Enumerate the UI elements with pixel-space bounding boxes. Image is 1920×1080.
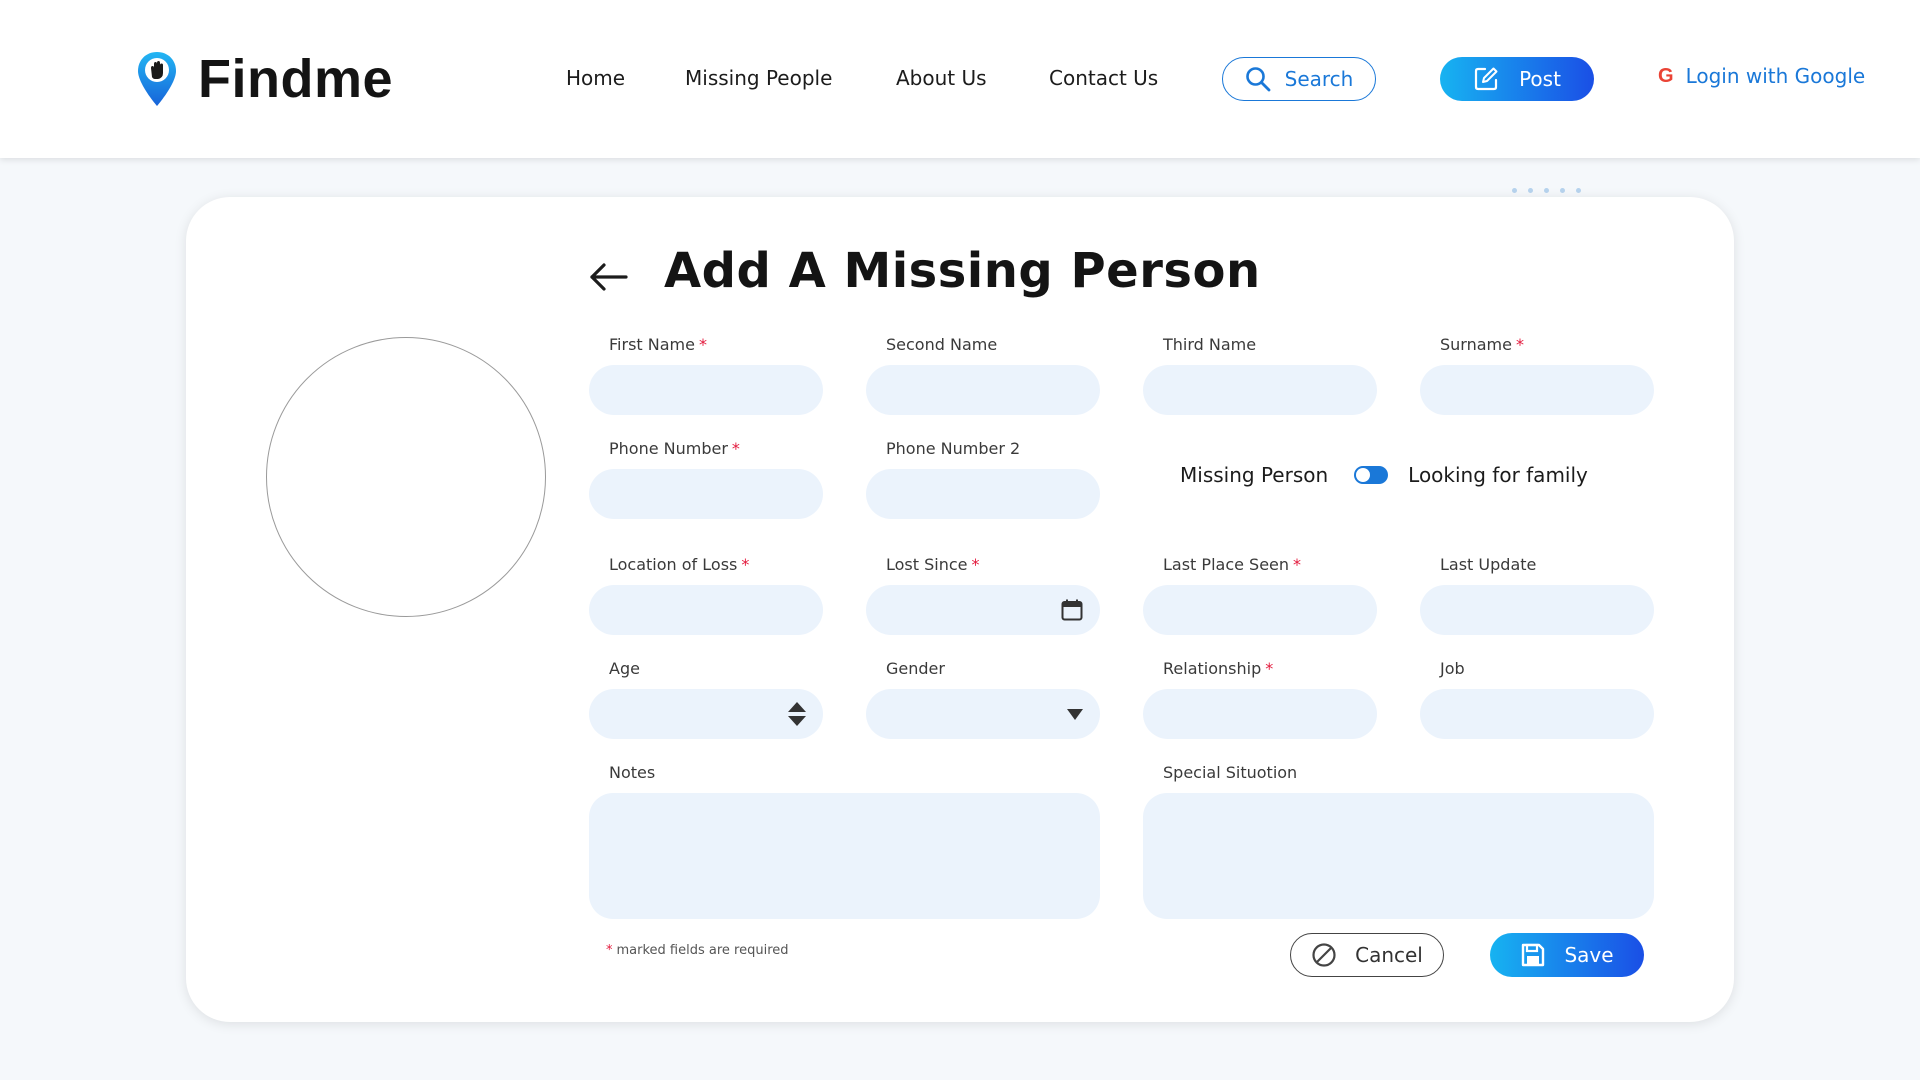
brand-logo[interactable]: Findme	[136, 48, 393, 110]
dropdown-arrow-icon[interactable]	[1066, 707, 1084, 721]
required-marker: *	[1293, 555, 1302, 574]
save-label: Save	[1564, 943, 1614, 967]
phone-number-input[interactable]	[589, 469, 823, 519]
age-label: Age	[609, 659, 640, 678]
last-update-field: Last Update	[1420, 555, 1654, 635]
first-name-input[interactable]	[589, 365, 823, 415]
last-update-label: Last Update	[1440, 555, 1537, 574]
back-arrow-icon[interactable]	[586, 257, 630, 297]
gender-select[interactable]	[866, 689, 1100, 739]
nav-about-us[interactable]: About Us	[896, 66, 987, 90]
special-situation-textarea[interactable]	[1143, 793, 1654, 919]
required-marker: *	[698, 335, 707, 354]
notes-field: Notes	[589, 763, 1100, 919]
login-label: Login with Google	[1685, 64, 1866, 88]
top-header: Findme Home Missing People About Us Cont…	[0, 0, 1920, 158]
save-button[interactable]: Save	[1490, 933, 1644, 977]
required-marker: *	[606, 943, 613, 958]
gender-label: Gender	[886, 659, 945, 678]
photo-upload-circle[interactable]	[266, 337, 546, 617]
required-marker: *	[1515, 335, 1524, 354]
job-field: Job	[1420, 659, 1654, 739]
required-marker: *	[1265, 659, 1274, 678]
login-with-google-button[interactable]: G Login with Google	[1658, 64, 1865, 88]
toggle-label-looking-for-family[interactable]: Looking for family	[1408, 463, 1588, 487]
brand-name: Findme	[198, 49, 394, 109]
cancel-button[interactable]: Cancel	[1290, 933, 1444, 977]
location-pin-hand-icon	[138, 52, 176, 106]
cancel-circle-icon	[1312, 943, 1336, 967]
job-label: Job	[1440, 659, 1465, 678]
phone-number-2-field: Phone Number 2	[866, 439, 1100, 519]
required-marker: *	[741, 555, 750, 574]
nav-contact-us[interactable]: Contact Us	[1049, 66, 1158, 90]
floppy-disk-icon	[1522, 943, 1545, 967]
second-name-label: Second Name	[886, 335, 998, 354]
add-missing-person-card: Add A Missing Person First Name * Second …	[186, 197, 1734, 1022]
relationship-label: Relationship	[1163, 659, 1262, 678]
last-place-seen-label: Last Place Seen	[1163, 555, 1290, 574]
phone-number-2-label: Phone Number 2	[886, 439, 1021, 458]
third-name-field: Third Name	[1143, 335, 1377, 415]
search-button[interactable]: Search	[1222, 57, 1376, 101]
surname-input[interactable]	[1420, 365, 1654, 415]
search-label: Search	[1284, 67, 1354, 91]
required-marker: *	[731, 439, 740, 458]
search-type-toggle-row: Missing Person Looking for family	[1180, 463, 1588, 487]
special-situation-field: Special Situotion	[1143, 763, 1654, 919]
required-fields-note: * marked fields are required	[606, 943, 789, 958]
last-update-input[interactable]	[1420, 585, 1654, 635]
notes-label: Notes	[609, 763, 656, 782]
age-input[interactable]	[589, 689, 823, 739]
phone-number-label: Phone Number	[609, 439, 728, 458]
edit-square-icon	[1474, 67, 1498, 91]
job-input[interactable]	[1420, 689, 1654, 739]
last-place-seen-input[interactable]	[1143, 585, 1377, 635]
first-name-label: First Name	[609, 335, 695, 354]
required-note-text: marked fields are required	[616, 943, 789, 958]
lost-since-label: Lost Since	[886, 555, 968, 574]
second-name-input[interactable]	[866, 365, 1100, 415]
page-title: Add A Missing Person	[664, 243, 1261, 299]
age-field: Age	[589, 659, 823, 739]
search-type-toggle[interactable]	[1354, 466, 1389, 484]
second-name-field: Second Name	[866, 335, 1100, 415]
phone-number-2-input[interactable]	[866, 469, 1100, 519]
decorative-dots	[1512, 188, 1581, 193]
nav-home[interactable]: Home	[566, 66, 625, 90]
google-icon: G	[1658, 64, 1674, 87]
surname-field: Surname *	[1420, 335, 1654, 415]
lost-since-field: Lost Since *	[866, 555, 1100, 635]
toggle-knob	[1356, 468, 1371, 482]
phone-number-field: Phone Number *	[589, 439, 823, 519]
gender-field: Gender	[866, 659, 1100, 739]
post-label: Post	[1519, 67, 1561, 91]
stepper-icon[interactable]	[787, 701, 807, 727]
search-icon	[1245, 67, 1271, 92]
location-of-loss-label: Location of Loss	[609, 555, 738, 574]
third-name-input[interactable]	[1143, 365, 1377, 415]
surname-label: Surname	[1440, 335, 1512, 354]
notes-textarea[interactable]	[589, 793, 1100, 919]
calendar-icon[interactable]	[1060, 598, 1084, 622]
first-name-field: First Name *	[589, 335, 823, 415]
nav-missing-people[interactable]: Missing People	[685, 66, 832, 90]
special-situation-label: Special Situotion	[1163, 763, 1298, 782]
lost-since-input[interactable]	[866, 585, 1100, 635]
relationship-field: Relationship *	[1143, 659, 1377, 739]
toggle-label-missing-person[interactable]: Missing Person	[1180, 463, 1328, 487]
relationship-input[interactable]	[1143, 689, 1377, 739]
required-marker: *	[971, 555, 980, 574]
location-of-loss-field: Location of Loss *	[589, 555, 823, 635]
location-of-loss-input[interactable]	[589, 585, 823, 635]
post-button[interactable]: Post	[1440, 57, 1594, 101]
cancel-label: Cancel	[1355, 943, 1423, 967]
last-place-seen-field: Last Place Seen *	[1143, 555, 1377, 635]
third-name-label: Third Name	[1163, 335, 1257, 354]
